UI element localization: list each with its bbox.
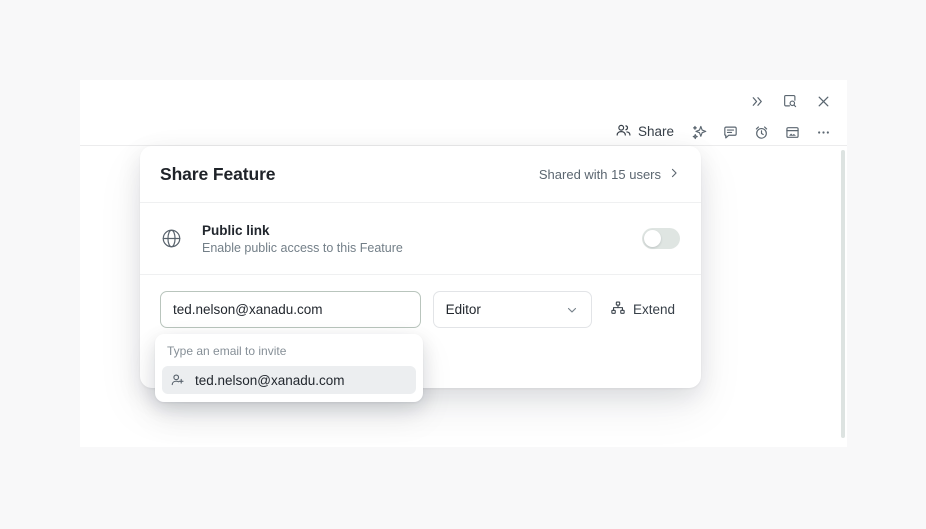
alarm-clock-icon	[753, 124, 770, 141]
reminder-button[interactable]	[747, 118, 775, 146]
shared-with-label: Shared with 15 users	[538, 166, 661, 182]
scrollbar-thumb[interactable]	[841, 150, 845, 438]
public-link-row: Public link Enable public access to this…	[140, 203, 701, 275]
search-in-page-icon	[782, 93, 798, 109]
search-in-page-button[interactable]	[776, 87, 804, 115]
hierarchy-icon	[610, 300, 626, 319]
extend-button-label: Extend	[632, 302, 675, 317]
insert-image-button[interactable]	[778, 118, 806, 146]
email-input[interactable]	[160, 291, 421, 328]
person-plus-icon	[170, 372, 186, 388]
toggle-knob	[644, 230, 661, 247]
share-button-label: Share	[637, 124, 674, 140]
suggestion-item-label: ted.nelson@xanadu.com	[195, 372, 345, 388]
window-controls	[743, 87, 837, 115]
comments-button[interactable]	[716, 118, 744, 146]
shared-with-link[interactable]: Shared with 15 users	[539, 167, 680, 182]
invite-row: Editor Extend	[140, 275, 701, 328]
people-icon	[615, 122, 632, 142]
image-icon	[784, 124, 801, 141]
close-icon	[816, 94, 831, 109]
chevron-down-icon	[565, 303, 579, 317]
role-select[interactable]: Editor	[432, 291, 592, 328]
share-dialog-title: Share Feature	[160, 163, 276, 184]
suggestion-item[interactable]: ted.nelson@xanadu.com	[162, 366, 416, 394]
app-header: Share	[80, 80, 847, 146]
expand-panel-button[interactable]	[743, 87, 771, 115]
chevron-double-right-icon	[750, 94, 765, 109]
ai-assist-button[interactable]	[685, 118, 713, 146]
public-link-texts: Public link Enable public access to this…	[202, 223, 642, 255]
email-suggestions-dropdown: Type an email to invite ted.nelson@xanad…	[155, 334, 423, 402]
extend-button[interactable]: Extend	[604, 295, 681, 325]
role-select-value: Editor	[445, 302, 481, 317]
close-panel-button[interactable]	[809, 87, 837, 115]
share-dialog-header: Share Feature Shared with 15 users	[140, 146, 701, 203]
content-scrollbar[interactable]	[841, 150, 845, 438]
public-link-title: Public link	[202, 222, 270, 238]
public-link-toggle[interactable]	[642, 228, 680, 249]
share-button[interactable]: Share	[609, 118, 682, 146]
suggestions-hint: Type an email to invite	[167, 344, 287, 358]
public-link-subtitle: Enable public access to this Feature	[202, 240, 403, 255]
chevron-right-icon	[668, 167, 680, 182]
more-options-button[interactable]	[809, 118, 837, 146]
globe-icon	[160, 227, 190, 250]
ellipsis-icon	[815, 124, 832, 141]
sparkle-icon	[691, 124, 708, 141]
document-toolbar: Share	[609, 118, 837, 146]
comment-icon	[722, 124, 739, 141]
